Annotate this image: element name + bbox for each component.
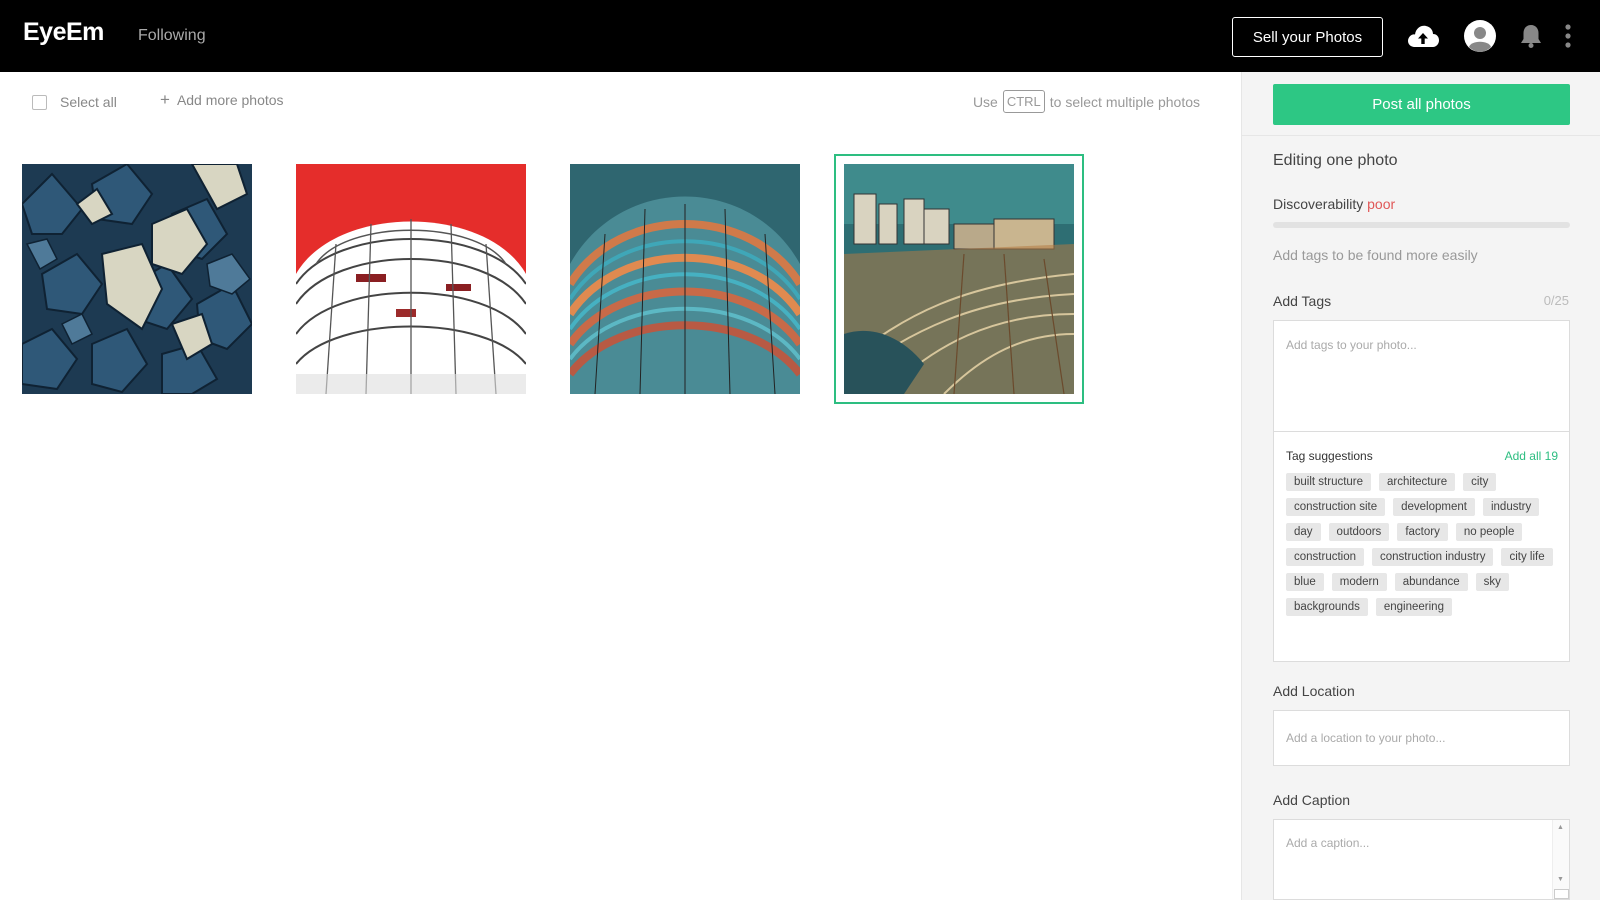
select-all-checkbox[interactable] bbox=[32, 94, 47, 110]
tag-suggestion-chip[interactable]: modern bbox=[1331, 573, 1387, 591]
tag-suggestion-chip[interactable]: city bbox=[1463, 473, 1497, 491]
hint-prefix: Use bbox=[972, 93, 998, 110]
tag-suggestion-chip[interactable]: day bbox=[1286, 523, 1321, 541]
tags-divider bbox=[1274, 431, 1569, 432]
scroll-down-arrow-icon[interactable]: ▼ bbox=[1557, 876, 1564, 883]
nav-following-link[interactable]: Following bbox=[138, 27, 206, 45]
multi-select-hint: Use CTRL to select multiple photos bbox=[973, 90, 1200, 113]
add-location-title: Add Location bbox=[1273, 683, 1355, 699]
tag-suggestion-chip[interactable]: construction industry bbox=[1372, 548, 1494, 566]
photo-thumbnail-building-red[interactable] bbox=[296, 164, 526, 394]
photo-thumbnail-city-selected[interactable] bbox=[834, 154, 1084, 404]
discoverability-text: Discoverability bbox=[1273, 196, 1364, 212]
tags-counter: 0/25 bbox=[1543, 293, 1569, 308]
select-all-label: Select all bbox=[60, 94, 117, 110]
editing-title: Editing one photo bbox=[1273, 152, 1398, 169]
tag-suggestion-chip[interactable]: city life bbox=[1501, 548, 1553, 566]
caption-box: ▲ ▼ bbox=[1273, 819, 1570, 900]
discoverability-meter bbox=[1273, 222, 1570, 228]
ctrl-key-badge: CTRL bbox=[1002, 90, 1045, 113]
add-caption-title: Add Caption bbox=[1273, 792, 1351, 808]
tag-suggestion-chip[interactable]: construction bbox=[1286, 548, 1365, 566]
more-vertical-icon[interactable] bbox=[1558, 16, 1578, 56]
discoverability-rating: poor bbox=[1367, 196, 1396, 212]
tag-suggestion-chip[interactable]: built structure bbox=[1286, 473, 1372, 491]
tag-suggestion-chip[interactable]: construction site bbox=[1286, 498, 1386, 516]
notifications-bell-icon[interactable] bbox=[1516, 16, 1546, 56]
tag-suggestion-chip[interactable]: industry bbox=[1482, 498, 1540, 516]
add-more-photos-label: Add more photos bbox=[176, 92, 284, 108]
hint-suffix: to select multiple photos bbox=[1049, 93, 1200, 110]
tags-box: Tag suggestions Add all 19 built structu… bbox=[1273, 320, 1570, 662]
post-all-photos-button[interactable]: Post all photos bbox=[1273, 84, 1570, 125]
tag-suggestion-chip[interactable]: outdoors bbox=[1328, 523, 1390, 541]
tag-suggestion-chip[interactable]: engineering bbox=[1375, 598, 1452, 616]
add-all-suggestions-link[interactable]: Add all 19 bbox=[1505, 449, 1558, 463]
photo-thumbnail-ivy[interactable] bbox=[22, 164, 252, 394]
location-input[interactable] bbox=[1273, 710, 1570, 766]
tag-suggestions-title: Tag suggestions bbox=[1286, 449, 1373, 463]
sell-photos-button[interactable]: Sell your Photos bbox=[1232, 17, 1383, 57]
tag-suggestion-chip[interactable]: architecture bbox=[1379, 473, 1456, 491]
upload-cloud-icon[interactable] bbox=[1405, 16, 1441, 56]
top-navigation-bar: EyeEm Following Sell your Photos bbox=[0, 0, 1600, 72]
tags-input[interactable] bbox=[1274, 321, 1569, 431]
tag-suggestion-chip[interactable]: sky bbox=[1475, 573, 1509, 591]
photo-thumbnail-building-colorful[interactable] bbox=[570, 164, 800, 394]
add-tags-title: Add Tags bbox=[1273, 293, 1332, 309]
eyeem-logo[interactable]: EyeEm bbox=[23, 18, 104, 47]
tag-suggestion-chip[interactable]: no people bbox=[1455, 523, 1523, 541]
tag-suggestion-chip[interactable]: backgrounds bbox=[1286, 598, 1368, 616]
tag-suggestion-chip[interactable]: abundance bbox=[1394, 573, 1468, 591]
caption-input[interactable] bbox=[1274, 820, 1552, 899]
caption-scrollbar[interactable]: ▲ ▼ bbox=[1552, 820, 1569, 899]
add-more-photos-button[interactable]: + Add more photos bbox=[160, 90, 284, 109]
tag-suggestion-chip[interactable]: factory bbox=[1397, 523, 1448, 541]
discoverability-label: Discoverability poor bbox=[1273, 196, 1395, 212]
photo-editing-panel: Post all photos Editing one photo Discov… bbox=[1241, 72, 1600, 900]
resize-handle[interactable] bbox=[1554, 889, 1569, 899]
select-all-control[interactable]: Select all bbox=[32, 94, 117, 110]
plus-icon: + bbox=[160, 90, 170, 109]
scroll-up-arrow-icon[interactable]: ▲ bbox=[1557, 824, 1564, 831]
tag-suggestion-chip[interactable]: blue bbox=[1286, 573, 1324, 591]
panel-divider bbox=[1242, 135, 1600, 136]
discoverability-hint: Add tags to be found more easily bbox=[1273, 247, 1478, 263]
user-avatar-icon[interactable] bbox=[1462, 16, 1498, 56]
tag-suggestion-chip[interactable]: development bbox=[1393, 498, 1475, 516]
tag-suggestion-list: built structure architecture city construct… bbox=[1286, 473, 1558, 616]
